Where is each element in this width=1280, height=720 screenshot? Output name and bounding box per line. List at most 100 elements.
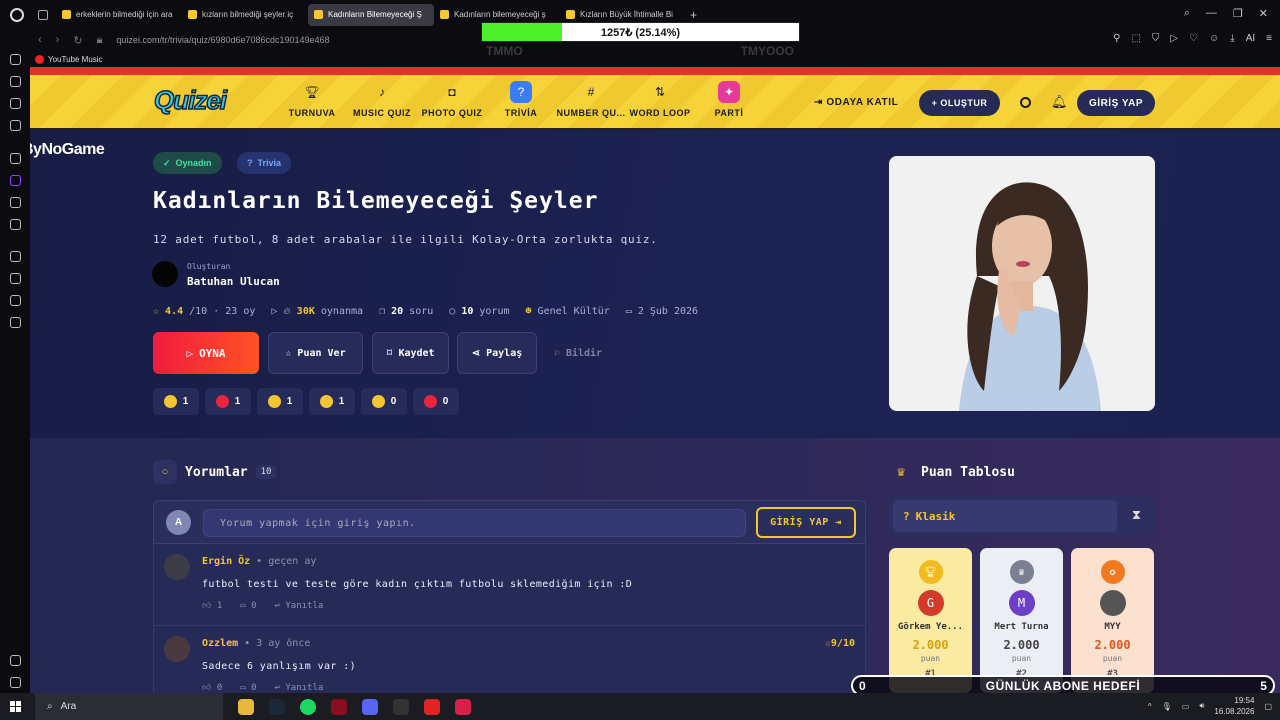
hourglass-icon[interactable]: ⧗ [1132,507,1141,523]
nav-word-loop[interactable]: ⇅ WORD LOOP [623,81,697,118]
replies-button[interactable]: ▭ 0 [240,601,256,611]
reaction-thumbs-up[interactable]: 1 [153,388,199,415]
m-app-icon[interactable] [10,120,21,131]
browser-tab[interactable]: erkeklerin bilmediği için ara [56,4,182,26]
chatgpt-icon[interactable] [10,153,21,164]
nav-number-quiz[interactable]: # NUMBER QU... [554,81,628,118]
like-button[interactable]: 👍︎ 0 [202,683,222,693]
like-button[interactable]: 👍︎ 1 [202,601,222,611]
snapshot-icon[interactable]: ⬚ [1131,33,1140,44]
file-explorer-icon[interactable] [238,698,254,715]
search-tabs-icon[interactable]: ⌕ [1184,7,1190,20]
browser-tab-active[interactable]: Kadınların Bilemeyeceği Ş [308,3,434,26]
share-icon: ⋖ [471,347,481,359]
reload-icon[interactable]: ↻ [73,34,82,47]
obs-icon[interactable] [393,698,409,715]
join-room-button[interactable]: ⇥ ODAYA KATIL [814,97,898,108]
network-icon[interactable]: ▭ [1182,702,1190,711]
taskbar-search[interactable]: ⌕ Ara [35,693,223,720]
reaction-angry[interactable]: 0 [413,388,459,415]
more-icon[interactable] [10,677,21,688]
comment-actions: 👍︎ 1 ▭ 0 ↩ Yanıtla [202,601,323,611]
steam-icon[interactable] [269,698,285,715]
login-button[interactable]: GİRİŞ YAP [1077,90,1155,116]
nav-parti[interactable]: ✦ PARTİ [692,81,766,118]
extensions-icon[interactable] [10,295,21,306]
play-button[interactable]: ▷ OYNA [153,332,259,374]
play-icon[interactable]: ▷ [1170,33,1178,44]
podium-second[interactable]: ♛ M Mert Turna 2.000 puan #2 [980,548,1063,693]
quizei-logo[interactable]: Quizei [153,84,228,116]
history-icon[interactable] [10,273,21,284]
speed-dial-icon[interactable] [10,54,21,65]
maximize-icon[interactable]: ❐ [1233,7,1243,20]
app-pink-icon[interactable] [455,698,471,715]
url-field[interactable]: quizei.com/tr/trivia/quiz/6980d6e7086cdc… [116,35,329,45]
rate-button[interactable]: ☆ Puan Ver [268,332,363,374]
discord-icon[interactable] [362,698,378,715]
reaction-sad[interactable]: 0 [361,388,407,415]
player-icon[interactable] [10,251,21,262]
aria-icon[interactable] [10,76,21,87]
nav-music-quiz[interactable]: ♪ MUSIC QUIZ [345,81,419,118]
volume-icon[interactable]: 🔊︎ [1199,701,1204,711]
new-tab-icon[interactable]: + [690,8,697,22]
heart-icon[interactable]: ♡ [1189,33,1198,44]
gx-icon[interactable] [10,655,21,666]
percent-icon[interactable] [10,197,21,208]
messenger-icon[interactable] [10,98,21,109]
pin-icon[interactable]: ⚲ [1113,33,1120,44]
comment-author[interactable]: Ozzlem • 3 ay önce [202,638,310,649]
tab-manager-icon[interactable] [38,9,48,20]
replies-button[interactable]: ▭ 0 [240,683,256,693]
spotify-icon[interactable] [300,698,316,715]
mic-icon[interactable]: 🎙︎ [1162,702,1172,711]
comment-input[interactable]: Yorum yapmak için giriş yapın. [203,509,746,537]
reaction-laugh[interactable]: 1 [257,388,303,415]
save-button[interactable]: ⌑ Kaydet [372,332,449,374]
nav-turnuva[interactable]: 🏆︎ TURNUVA [275,81,349,118]
profile-icon[interactable]: ☺ [1209,33,1219,44]
reply-button[interactable]: ↩ Yanıtla [275,683,324,693]
windows-start-icon[interactable] [10,701,21,712]
report-button[interactable]: ⚐ Bildir [543,332,613,374]
shield-icon[interactable]: ⛉ [1152,33,1160,44]
podium-third[interactable]: ✪ MYY 2.000 puan #3 [1071,548,1154,693]
bell-icon[interactable]: 🔔︎ [1051,94,1068,110]
download-icon[interactable]: ⤓ [1230,33,1234,44]
tab-classic[interactable]: ? Klasik [893,500,1117,532]
menu-icon[interactable]: ≡ [1266,33,1272,44]
comment-avatar[interactable] [164,636,190,662]
twitch-icon[interactable] [10,175,21,186]
back-icon[interactable]: ‹ [38,34,42,47]
comment-login-button[interactable]: GİRİŞ YAP ⇥ [756,507,856,538]
comment-author[interactable]: Ergin Öz • geçen ay [202,556,316,567]
search-icon[interactable] [1020,97,1031,108]
nav-photo-quiz[interactable]: ◘ PHOTO QUIZ [415,81,489,118]
share-button[interactable]: ⋖ Paylaş [457,332,537,374]
x-twitter-icon[interactable] [10,219,21,230]
reaction-wow[interactable]: 1 [309,388,355,415]
nav-trivia[interactable]: ? TRİVİA [484,81,558,118]
opera-gx-icon[interactable] [331,698,347,715]
chevron-up-icon[interactable]: ^ [1148,702,1152,711]
forward-icon[interactable]: › [56,34,60,47]
browser-tab[interactable]: kızların bilmediği şeyler iç [182,4,308,26]
notification-icon[interactable]: ▢ [1264,702,1272,711]
comment-avatar[interactable] [164,554,190,580]
ai-button[interactable]: AI [1246,33,1255,44]
bookmark-youtube-music[interactable]: YouTube Music [48,55,103,64]
category-badge[interactable]: ? Trivia [237,152,292,174]
clock[interactable]: 19:54 16.08.2026 [1214,695,1254,717]
close-icon[interactable]: ✕ [1259,7,1268,20]
creator-avatar[interactable] [152,261,178,287]
podium-first[interactable]: 🏆︎ G Görkem Ye... 2.000 puan #1 [889,548,972,693]
opera-logo-icon[interactable] [10,7,24,22]
minimize-icon[interactable]: — [1206,7,1217,20]
reaction-heart[interactable]: 1 [205,388,251,415]
create-button[interactable]: + OLUŞTUR [919,90,1000,116]
app-red-icon[interactable] [424,698,440,715]
settings-icon[interactable] [10,317,21,328]
reply-button[interactable]: ↩ Yanıtla [275,601,324,611]
creator-name[interactable]: Batuhan Ulucan [187,275,280,288]
